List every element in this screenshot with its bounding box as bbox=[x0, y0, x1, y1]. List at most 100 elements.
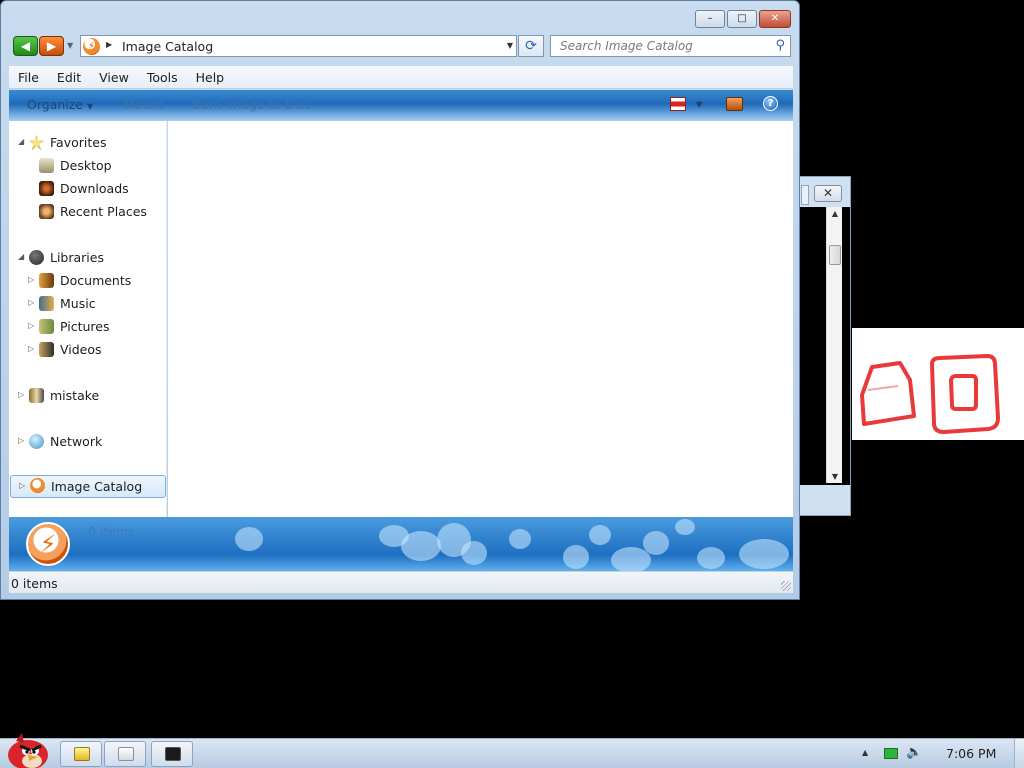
nav-desktop-label: Desktop bbox=[60, 158, 112, 173]
expand-icon[interactable]: ▷ bbox=[18, 436, 24, 445]
notepad-icon bbox=[118, 747, 134, 761]
decor-bubble bbox=[589, 525, 611, 545]
nav-recent-places-label: Recent Places bbox=[60, 204, 147, 219]
nav-recent-places[interactable]: Recent Places bbox=[9, 202, 167, 222]
clock[interactable]: 7:06 PM bbox=[946, 746, 996, 761]
mount-button[interactable]: Mount bbox=[124, 97, 163, 112]
scroll-thumb[interactable] bbox=[829, 245, 841, 265]
breadcrumb-chevron-icon[interactable]: ▶ bbox=[106, 40, 112, 49]
search-input[interactable] bbox=[551, 36, 766, 56]
menu-edit[interactable]: Edit bbox=[48, 66, 90, 88]
recent-places-icon bbox=[39, 204, 54, 219]
menu-help[interactable]: Help bbox=[187, 66, 234, 88]
decor-bubble bbox=[739, 539, 789, 569]
decor-bubble bbox=[235, 527, 263, 551]
explorer-window: – □ ✕ ◀ ▶ ▼ ⚡ ▶ Image Catalog ▼ ⟳ ⚲ File… bbox=[0, 0, 800, 600]
details-item-count: 0 items bbox=[88, 524, 135, 539]
resize-grip-icon[interactable] bbox=[781, 581, 791, 591]
caption-buttons: – □ ✕ bbox=[695, 10, 791, 28]
nav-music-label: Music bbox=[60, 296, 96, 311]
background-window[interactable]: ✕ ▲ ▼ bbox=[797, 176, 851, 516]
menu-file[interactable]: File bbox=[9, 66, 48, 88]
burn-image-button[interactable]: Burn Image to Disc bbox=[192, 97, 311, 112]
details-pane: ⚡ 0 items bbox=[9, 517, 793, 571]
image-catalog-icon bbox=[30, 478, 45, 493]
help-icon[interactable]: ? bbox=[763, 96, 778, 111]
back-icon[interactable]: ◀ bbox=[13, 36, 38, 56]
nav-pictures-label: Pictures bbox=[60, 319, 110, 334]
menu-bar: File Edit View Tools Help bbox=[9, 66, 793, 89]
expand-icon[interactable]: ▷ bbox=[19, 481, 25, 490]
nav-homegroup[interactable]: ▷ mistake bbox=[9, 386, 167, 406]
taskbar: ▲ 🔈 7:06 PM bbox=[0, 733, 1024, 768]
homegroup-icon bbox=[29, 388, 44, 403]
refresh-icon[interactable]: ⟳ bbox=[518, 35, 544, 57]
decor-bubble bbox=[643, 531, 669, 555]
volume-icon[interactable]: 🔈 bbox=[906, 745, 922, 760]
nav-downloads[interactable]: Downloads bbox=[9, 179, 167, 199]
organize-button[interactable]: Organize ▼ bbox=[27, 97, 93, 112]
file-list[interactable] bbox=[168, 121, 793, 517]
decor-bubble bbox=[461, 541, 487, 565]
start-button[interactable] bbox=[2, 731, 50, 768]
nav-videos[interactable]: ▷ Videos bbox=[9, 340, 167, 360]
background-window-caption[interactable] bbox=[801, 185, 809, 205]
power-icon[interactable] bbox=[884, 748, 898, 759]
nav-libraries-label: Libraries bbox=[50, 250, 104, 265]
taskbar-explorer-button[interactable] bbox=[60, 741, 102, 767]
breadcrumb-location[interactable]: Image Catalog bbox=[122, 39, 213, 54]
videos-icon bbox=[39, 342, 54, 357]
show-desktop-button[interactable] bbox=[1014, 739, 1024, 768]
scroll-up-icon[interactable]: ▲ bbox=[827, 209, 843, 218]
nav-downloads-label: Downloads bbox=[60, 181, 129, 196]
nav-pictures[interactable]: ▷ Pictures bbox=[9, 317, 167, 337]
decor-bubble bbox=[401, 531, 441, 561]
decor-bubble bbox=[697, 547, 725, 569]
background-window-scrollbar[interactable]: ▲ ▼ bbox=[826, 207, 842, 483]
command-bar: Organize ▼ Mount Burn Image to Disc ▼ ? bbox=[9, 90, 793, 121]
search-box[interactable]: ⚲ bbox=[550, 35, 791, 57]
preview-pane-icon[interactable] bbox=[726, 97, 743, 111]
collapse-icon[interactable]: ◢ bbox=[18, 252, 24, 261]
status-bar: 0 items bbox=[9, 571, 793, 593]
background-window-body bbox=[798, 207, 850, 485]
expand-icon[interactable]: ▷ bbox=[18, 390, 24, 399]
menu-tools[interactable]: Tools bbox=[138, 66, 187, 88]
background-window-close-button[interactable]: ✕ bbox=[814, 185, 842, 202]
search-icon[interactable]: ⚲ bbox=[775, 38, 785, 53]
change-view-icon[interactable] bbox=[670, 97, 686, 111]
forward-icon[interactable]: ▶ bbox=[39, 36, 64, 56]
expand-icon[interactable]: ▷ bbox=[28, 275, 34, 284]
address-dropdown-icon[interactable]: ▼ bbox=[507, 41, 513, 50]
collapse-icon[interactable]: ◢ bbox=[18, 137, 24, 146]
taskbar-notepad-button[interactable] bbox=[104, 741, 146, 767]
view-dropdown-icon[interactable]: ▼ bbox=[696, 100, 702, 109]
library-icon bbox=[29, 250, 44, 265]
status-item-count: 0 items bbox=[11, 576, 58, 591]
nav-desktop[interactable]: Desktop bbox=[9, 156, 167, 176]
desktop: ✕ ▲ ▼ – □ ✕ ◀ ▶ ▼ ⚡ ▶ Image Catalog ▼ ⟳ … bbox=[0, 0, 1024, 768]
address-bar[interactable]: ⚡ ▶ Image Catalog ▼ bbox=[80, 35, 517, 57]
expand-icon[interactable]: ▷ bbox=[28, 298, 34, 307]
expand-icon[interactable]: ▷ bbox=[28, 321, 34, 330]
minimize-button[interactable]: – bbox=[695, 10, 725, 28]
show-hidden-icons-icon[interactable]: ▲ bbox=[862, 748, 868, 757]
nav-network[interactable]: ▷ Network bbox=[9, 432, 167, 452]
scroll-down-icon[interactable]: ▼ bbox=[827, 472, 843, 481]
paint-drawing bbox=[852, 328, 1024, 440]
nav-image-catalog-label: Image Catalog bbox=[51, 479, 143, 494]
menu-view[interactable]: View bbox=[90, 66, 138, 88]
nav-libraries[interactable]: ◢ Libraries bbox=[9, 248, 167, 268]
nav-favorites[interactable]: ◢ Favorites bbox=[9, 133, 167, 153]
close-button[interactable]: ✕ bbox=[759, 10, 791, 28]
recent-pages-dropdown-icon[interactable]: ▼ bbox=[67, 41, 73, 50]
maximize-button[interactable]: □ bbox=[727, 10, 757, 28]
nav-image-catalog[interactable]: ▷ Image Catalog bbox=[10, 475, 166, 498]
nav-documents-label: Documents bbox=[60, 273, 132, 288]
nav-documents[interactable]: ▷ Documents bbox=[9, 271, 167, 291]
nav-videos-label: Videos bbox=[60, 342, 102, 357]
taskbar-cmd-button[interactable] bbox=[151, 741, 193, 767]
nav-music[interactable]: ▷ Music bbox=[9, 294, 167, 314]
folder-icon bbox=[74, 747, 90, 761]
expand-icon[interactable]: ▷ bbox=[28, 344, 34, 353]
